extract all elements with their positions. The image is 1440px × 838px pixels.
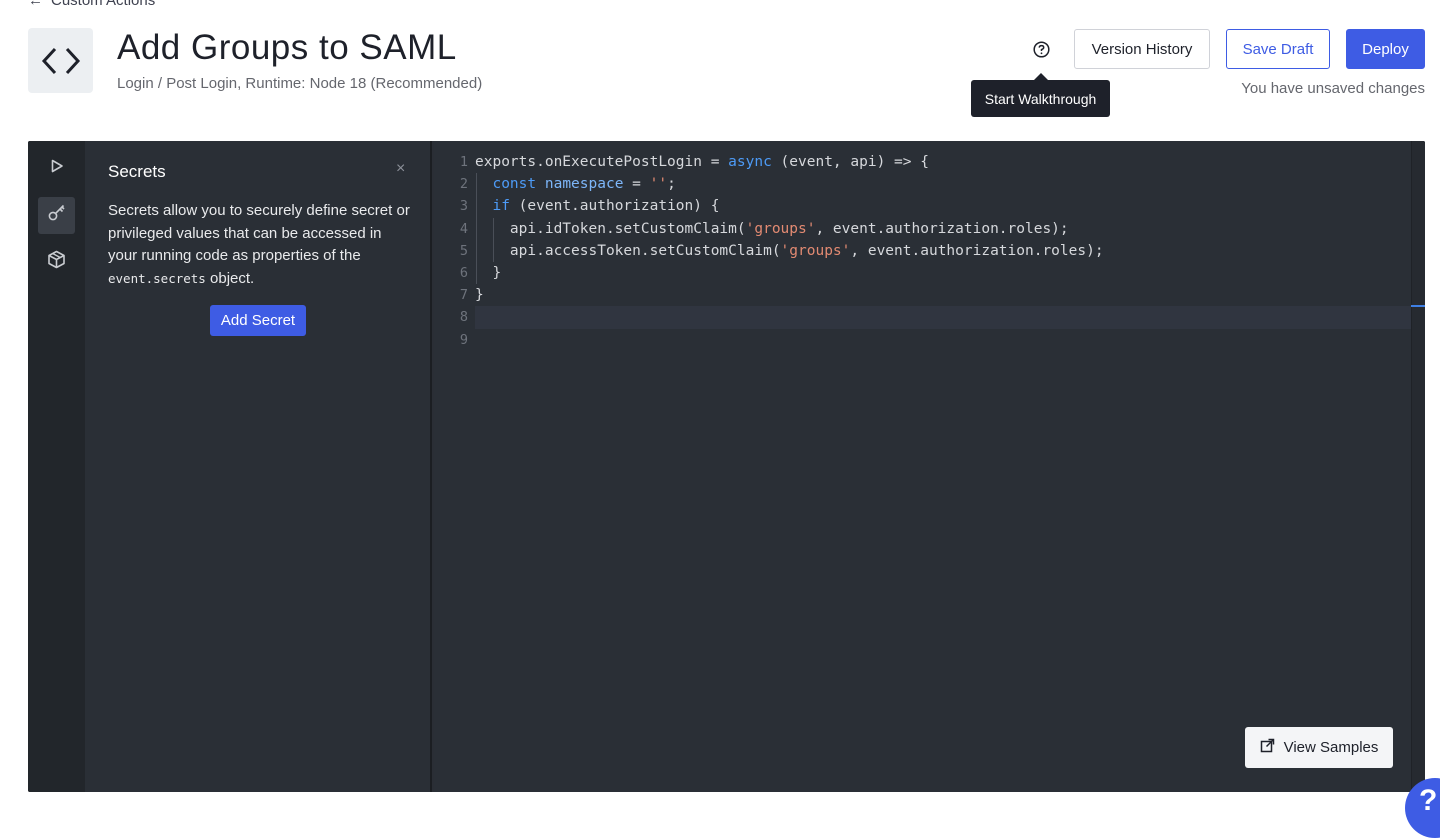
code-line[interactable]: api.idToken.setCustomClaim('groups', eve…: [475, 217, 1411, 240]
secrets-code-ref: event.secrets: [108, 270, 206, 286]
view-samples-label: View Samples: [1283, 739, 1379, 756]
walkthrough-tooltip: Start Walkthrough: [971, 73, 1110, 117]
code-line[interactable]: [475, 329, 1411, 351]
help-circle-icon[interactable]: [1030, 38, 1052, 60]
key-icon: [47, 203, 67, 228]
test-button[interactable]: [38, 150, 75, 187]
unsaved-changes-text: You have unsaved changes: [1241, 80, 1425, 97]
version-history-button[interactable]: Version History: [1074, 29, 1210, 69]
action-code-icon: [28, 28, 93, 93]
code-line[interactable]: exports.onExecutePostLogin = async (even…: [475, 151, 1411, 173]
code-line[interactable]: const namespace = '';: [475, 173, 1411, 196]
view-samples-button[interactable]: View Samples: [1245, 727, 1393, 768]
line-number: 2: [459, 176, 468, 193]
secrets-button[interactable]: [38, 197, 75, 234]
code-line[interactable]: }: [475, 284, 1411, 306]
page-title: Add Groups to SAML: [117, 28, 457, 67]
secrets-panel: Secrets × Secrets allow you to securely …: [85, 141, 487, 792]
editor-sidebar: [28, 141, 85, 792]
line-number: 3: [459, 198, 468, 215]
secrets-description-end: object.: [205, 269, 255, 287]
code-line-current[interactable]: [475, 306, 1411, 329]
package-icon: [47, 250, 66, 274]
scrollbar-cursor-marker: [1411, 305, 1425, 307]
secrets-description: Secrets allow you to securely define sec…: [108, 200, 413, 290]
secrets-description-text: Secrets allow you to securely define sec…: [108, 202, 410, 264]
action-editor: Secrets × Secrets allow you to securely …: [28, 141, 1425, 792]
deploy-button[interactable]: Deploy: [1346, 29, 1425, 69]
close-icon[interactable]: ×: [396, 160, 405, 178]
line-number: 8: [459, 309, 468, 326]
code-line[interactable]: if (event.authorization) {: [475, 195, 1411, 218]
code-line[interactable]: api.accessToken.setCustomClaim('groups',…: [475, 239, 1411, 262]
external-link-icon: [1260, 738, 1275, 757]
editor-scrollbar[interactable]: [1411, 141, 1425, 792]
line-number: 5: [459, 242, 468, 259]
code-editor[interactable]: 1 2 3 4 5 6 7 8 9 exports.onExecutePostL…: [434, 141, 1425, 792]
code-lines[interactable]: exports.onExecutePostLogin = async (even…: [475, 151, 1411, 351]
secrets-panel-title: Secrets: [108, 162, 166, 181]
back-link-custom-actions[interactable]: ← Custom Actions: [28, 0, 155, 9]
line-number: 6: [459, 264, 468, 281]
code-line[interactable]: }: [475, 261, 1411, 285]
line-number: 9: [459, 331, 468, 348]
add-secret-button[interactable]: Add Secret: [210, 305, 306, 336]
line-number: 7: [459, 287, 468, 304]
line-number: 1: [459, 154, 468, 170]
dependencies-button[interactable]: [38, 243, 75, 280]
save-draft-button[interactable]: Save Draft: [1226, 29, 1330, 69]
arrow-left-icon: ←: [28, 0, 43, 9]
play-icon: [50, 159, 64, 178]
back-link-label: Custom Actions: [51, 0, 156, 9]
line-number: 4: [459, 220, 468, 237]
line-number-gutter: 1 2 3 4 5 6 7 8 9: [434, 151, 468, 351]
page-subtitle: Login / Post Login, Runtime: Node 18 (Re…: [117, 75, 483, 92]
